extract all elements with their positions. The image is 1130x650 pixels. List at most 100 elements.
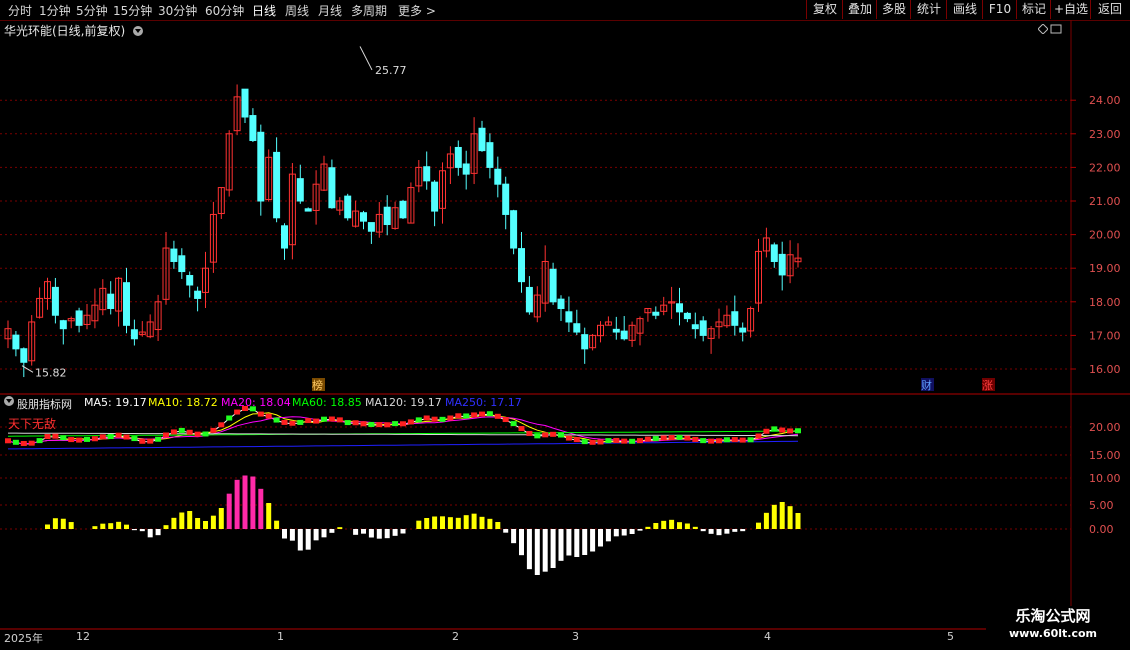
histogram-bar <box>392 529 398 536</box>
high-price-label: 25.77 <box>375 64 407 77</box>
period-tab-multi[interactable]: 多周期 <box>351 2 387 19</box>
candle-body <box>130 329 138 340</box>
histogram-bar <box>210 515 216 529</box>
event-marker: 财 <box>921 378 932 392</box>
mark-button[interactable]: 标记 <box>1016 0 1051 19</box>
candle-body <box>51 286 59 316</box>
histogram-bar <box>100 523 106 529</box>
ribbon-candle <box>226 415 233 421</box>
histogram-bar <box>495 522 501 529</box>
month-label: 5 <box>947 630 954 643</box>
ribbon-candle <box>621 438 628 444</box>
overlay-button[interactable]: 叠加 <box>842 0 877 19</box>
candle-body <box>612 328 620 333</box>
ribbon-candle <box>558 432 564 438</box>
kline-chart[interactable]: 24.0023.0022.0021.0020.0019.0018.0017.00… <box>0 20 1130 650</box>
candle-body <box>328 167 336 209</box>
ribbon-candle <box>518 426 525 432</box>
event-marker: 榜 <box>312 378 323 392</box>
f10-button[interactable]: F10 <box>982 0 1017 19</box>
ribbon-candle <box>400 421 406 427</box>
price-tick-label: 18.00 <box>1089 296 1121 309</box>
multi-stock-button[interactable]: 多股 <box>876 0 911 19</box>
period-tab-daily[interactable]: 日线 <box>252 2 276 19</box>
candle-body <box>383 206 391 226</box>
histogram-bar <box>677 522 682 529</box>
ribbon-candle <box>281 419 288 425</box>
ribbon-candle <box>644 436 651 442</box>
watermark: 乐淘公式网 www.60lt.com <box>986 606 1120 646</box>
lock-icon[interactable] <box>1050 24 1062 34</box>
candle-body <box>486 142 494 168</box>
candle-body <box>423 166 431 182</box>
histogram-bar <box>605 529 611 542</box>
histogram-bar <box>503 529 509 533</box>
histogram-bar <box>116 521 122 529</box>
ribbon-candle <box>723 437 730 443</box>
histogram-bar <box>708 529 714 534</box>
month-label: 12 <box>76 630 90 643</box>
back-button[interactable]: 返回 <box>1090 0 1129 19</box>
ma250-line <box>8 440 799 450</box>
candle-body <box>518 248 525 283</box>
period-tab-fenshi[interactable]: 分时 <box>8 2 32 19</box>
chevron-down-icon[interactable] <box>133 26 144 36</box>
histogram-bar <box>353 529 359 535</box>
period-tab-1min[interactable]: 1分钟 <box>39 2 71 19</box>
ribbon-candle <box>573 437 580 443</box>
ribbon-candle <box>76 437 83 443</box>
histogram-bar <box>590 529 596 552</box>
add-watchlist-button[interactable]: +自选 <box>1050 0 1091 19</box>
period-tab-monthly[interactable]: 月线 <box>318 2 342 19</box>
diamond-icon[interactable] <box>1038 24 1048 34</box>
ribbon-candle <box>779 427 786 433</box>
ribbon-candle <box>581 439 588 445</box>
period-tab-more[interactable]: 更多 > <box>398 2 436 19</box>
candle-body <box>20 348 28 363</box>
candle-body <box>502 183 510 215</box>
ribbon-candle <box>91 436 98 442</box>
histogram-bar <box>171 517 177 529</box>
statistics-button[interactable]: 统计 <box>910 0 947 19</box>
period-tab-30min[interactable]: 30分钟 <box>158 2 197 19</box>
histogram-bar <box>432 516 438 529</box>
chevron-down-icon[interactable] <box>4 396 14 406</box>
histogram-bar <box>282 529 287 539</box>
ribbon-candle <box>344 420 351 426</box>
period-tab-60min[interactable]: 60分钟 <box>205 2 244 19</box>
histogram-bar <box>242 475 248 529</box>
adjust-button[interactable]: 复权 <box>806 0 843 19</box>
histogram-bar <box>582 529 588 555</box>
ribbon-candle <box>739 437 746 443</box>
ribbon-candle <box>486 411 493 417</box>
histogram-bar <box>368 529 374 538</box>
period-tab-5min[interactable]: 5分钟 <box>76 2 108 19</box>
price-tick-label: 22.00 <box>1089 161 1121 174</box>
period-tab-weekly[interactable]: 周线 <box>285 2 309 19</box>
draw-line-button[interactable]: 画线 <box>946 0 983 19</box>
ribbon-candle <box>763 428 770 434</box>
ribbon-candle <box>12 439 19 445</box>
histogram-bar <box>321 529 327 538</box>
candle-body <box>249 115 257 142</box>
ribbon-candle <box>771 426 778 432</box>
ribbon-candle <box>629 438 636 444</box>
period-tab-15min[interactable]: 15分钟 <box>113 2 152 19</box>
ribbon-candle <box>597 439 604 445</box>
histogram-bar <box>716 529 722 536</box>
ribbon-candle <box>700 438 707 444</box>
stock-title: 华光环能(日线,前复权) <box>4 24 126 38</box>
histogram-bar <box>447 517 453 529</box>
ribbon-candle <box>321 416 327 422</box>
histogram-bar <box>440 516 445 529</box>
indicator-tick-label: 20.00 <box>1089 421 1121 434</box>
candle-body <box>510 210 518 249</box>
ribbon-candle <box>439 416 446 422</box>
ma60-value: MA60: 18.85 <box>292 396 362 409</box>
candle-body <box>296 178 304 202</box>
ribbon-candle <box>676 434 683 440</box>
indicator-header: 股朋指标网 MA5: 19.17 MA10: 18.72 MA20: 18.04… <box>0 395 1070 411</box>
histogram-bar <box>416 520 422 529</box>
year-label: 2025年 <box>4 632 43 645</box>
histogram-bar <box>653 523 659 529</box>
